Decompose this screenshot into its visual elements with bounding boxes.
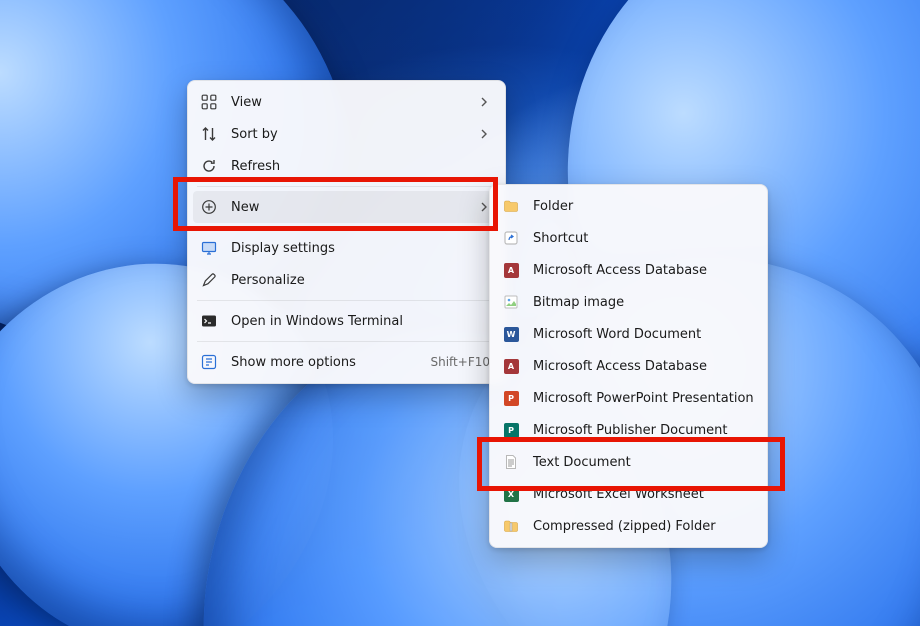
- submenu-item-label: Microsoft Access Database: [533, 359, 752, 374]
- view-icon: [201, 94, 217, 110]
- desktop-wallpaper[interactable]: View Sort by Refresh: [0, 0, 920, 626]
- menu-item-open-terminal[interactable]: Open in Windows Terminal: [193, 305, 500, 337]
- zip-folder-icon: [503, 518, 519, 534]
- menu-item-label: New: [231, 200, 468, 215]
- text-document-icon: [503, 454, 519, 470]
- folder-icon: [503, 198, 519, 214]
- menu-item-sort-by[interactable]: Sort by: [193, 118, 500, 150]
- submenu-item-folder[interactable]: Folder: [495, 190, 762, 222]
- submenu-item-zip[interactable]: Compressed (zipped) Folder: [495, 510, 762, 542]
- new-icon: [201, 199, 217, 215]
- access-icon: A: [503, 358, 519, 374]
- submenu-item-label: Shortcut: [533, 231, 752, 246]
- submenu-item-access-db[interactable]: A Microsoft Access Database: [495, 254, 762, 286]
- submenu-item-word[interactable]: W Microsoft Word Document: [495, 318, 762, 350]
- excel-icon: X: [503, 486, 519, 502]
- submenu-item-label: Bitmap image: [533, 295, 752, 310]
- submenu-item-powerpoint[interactable]: P Microsoft PowerPoint Presentation: [495, 382, 762, 414]
- refresh-icon: [201, 158, 217, 174]
- submenu-item-text-document[interactable]: Text Document: [495, 446, 762, 478]
- menu-item-show-more-options[interactable]: Show more options Shift+F10: [193, 346, 500, 378]
- submenu-item-label: Text Document: [533, 455, 752, 470]
- menu-item-label: Sort by: [231, 127, 468, 142]
- menu-item-label: View: [231, 95, 468, 110]
- personalize-icon: [201, 272, 217, 288]
- menu-item-label: Refresh: [231, 159, 490, 174]
- new-submenu: Folder Shortcut A Microsoft Access Datab…: [489, 184, 768, 548]
- shortcut-icon: [503, 230, 519, 246]
- submenu-item-label: Microsoft PowerPoint Presentation: [533, 391, 754, 406]
- menu-item-display-settings[interactable]: Display settings: [193, 232, 500, 264]
- menu-item-label: Show more options: [231, 355, 412, 370]
- terminal-icon: [201, 313, 217, 329]
- menu-item-refresh[interactable]: Refresh: [193, 150, 500, 182]
- sort-icon: [201, 126, 217, 142]
- menu-item-view[interactable]: View: [193, 86, 500, 118]
- chevron-right-icon: [478, 129, 490, 139]
- publisher-icon: P: [503, 422, 519, 438]
- menu-item-label: Open in Windows Terminal: [231, 314, 490, 329]
- submenu-item-label: Microsoft Excel Worksheet: [533, 487, 752, 502]
- submenu-item-label: Folder: [533, 199, 752, 214]
- submenu-item-shortcut[interactable]: Shortcut: [495, 222, 762, 254]
- submenu-item-label: Compressed (zipped) Folder: [533, 519, 752, 534]
- submenu-item-excel[interactable]: X Microsoft Excel Worksheet: [495, 478, 762, 510]
- menu-item-personalize[interactable]: Personalize: [193, 264, 500, 296]
- submenu-item-access-db-2[interactable]: A Microsoft Access Database: [495, 350, 762, 382]
- word-icon: W: [503, 326, 519, 342]
- show-more-options-icon: [201, 354, 217, 370]
- bitmap-icon: [503, 294, 519, 310]
- display-settings-icon: [201, 240, 217, 256]
- chevron-right-icon: [478, 97, 490, 107]
- submenu-item-publisher[interactable]: P Microsoft Publisher Document: [495, 414, 762, 446]
- submenu-item-label: Microsoft Access Database: [533, 263, 752, 278]
- powerpoint-icon: P: [503, 390, 519, 406]
- menu-item-accelerator: Shift+F10: [430, 355, 490, 369]
- menu-separator: [197, 341, 496, 342]
- access-icon: A: [503, 262, 519, 278]
- menu-separator: [197, 186, 496, 187]
- submenu-item-label: Microsoft Publisher Document: [533, 423, 752, 438]
- desktop-context-menu: View Sort by Refresh: [187, 80, 506, 384]
- menu-item-new[interactable]: New: [193, 191, 500, 223]
- menu-item-label: Display settings: [231, 241, 490, 256]
- menu-separator: [197, 227, 496, 228]
- submenu-item-label: Microsoft Word Document: [533, 327, 752, 342]
- menu-separator: [197, 300, 496, 301]
- menu-item-label: Personalize: [231, 273, 490, 288]
- submenu-item-bitmap[interactable]: Bitmap image: [495, 286, 762, 318]
